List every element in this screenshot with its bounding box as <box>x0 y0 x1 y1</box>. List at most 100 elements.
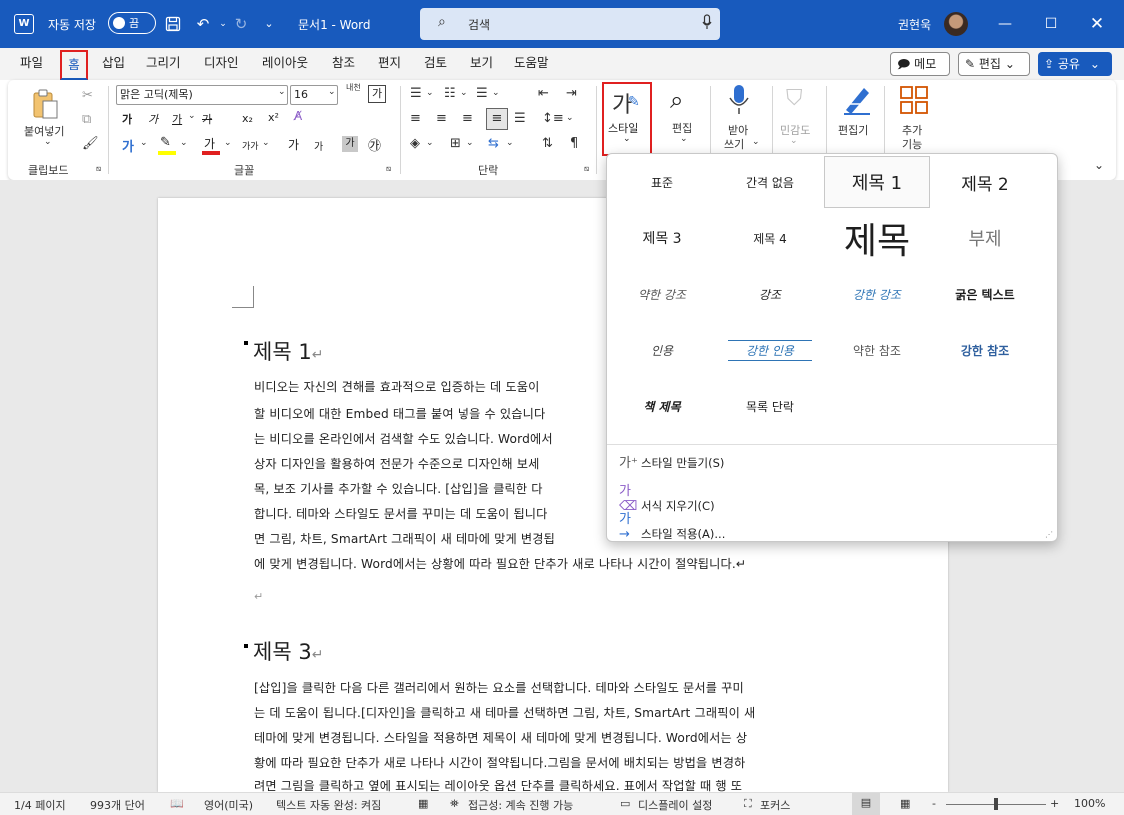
highlight-icon[interactable]: ✎ <box>160 135 171 150</box>
chevron-down-icon[interactable]: ⌄ <box>180 138 188 148</box>
cut-icon[interactable]: ✂ <box>82 88 93 103</box>
body-line[interactable]: 할 비디오에 대한 Embed 태그를 붙여 넣을 수 있습니다 <box>254 404 545 422</box>
font-name-field[interactable]: 맑은 고딕(제목) <box>116 85 288 105</box>
borders-icon[interactable]: ⊞ <box>450 136 461 151</box>
chevron-down-icon[interactable]: ⌄ <box>426 138 434 148</box>
asian-layout-icon[interactable]: ⇆ <box>488 136 499 151</box>
style-quote[interactable]: 인용 <box>609 324 715 376</box>
resize-grip-icon[interactable]: ⋰ <box>1045 530 1053 539</box>
decrease-indent-icon[interactable]: ⇤ <box>538 86 549 101</box>
chevron-down-icon[interactable]: ⌄ <box>140 138 148 148</box>
proofing-icon[interactable]: 📖 <box>170 797 184 810</box>
style-list-paragraph[interactable]: 목록 단락 <box>717 380 823 432</box>
microphone-icon[interactable] <box>702 14 712 34</box>
hanja-icon[interactable]: 내천 <box>346 84 362 92</box>
superscript-icon[interactable]: x² <box>268 111 279 124</box>
chevron-down-icon[interactable]: ⌄ <box>188 111 196 121</box>
clear-formatting-icon[interactable]: A̸ <box>294 109 302 123</box>
language-indicator[interactable]: 영어(미국) <box>204 797 253 813</box>
style-subtle-reference[interactable]: 약한 참조 <box>824 324 930 376</box>
focus-icon[interactable]: ⛶ <box>744 797 752 811</box>
text-effects-icon[interactable]: 가 <box>122 136 134 155</box>
customize-qat-icon[interactable]: ⌄ <box>258 13 280 35</box>
share-button[interactable]: ⇪ 공유 ⌄ <box>1038 52 1112 76</box>
display-settings-icon[interactable]: ▭ <box>620 797 630 810</box>
paste-dropdown-icon[interactable]: ⌄ <box>44 137 52 147</box>
chevron-down-icon[interactable]: ⌄ <box>278 87 286 97</box>
body-line[interactable]: 목, 보조 기사를 추가할 수 있습니다. [삽입]을 클릭한 다 <box>254 479 543 497</box>
style-normal[interactable]: 표준 <box>609 156 715 208</box>
redo-icon[interactable]: ↻ <box>230 13 252 35</box>
paragraph-launcher-icon[interactable]: ⧅ <box>584 164 589 174</box>
text-predictions-status[interactable]: 텍스트 자동 완성: 켜짐 <box>276 797 381 813</box>
bullets-icon[interactable]: ☰ <box>410 86 422 101</box>
style-subtitle[interactable]: 부제 <box>932 212 1038 264</box>
style-emphasis[interactable]: 강조 <box>717 268 823 320</box>
tab-help[interactable]: 도움말 <box>512 54 551 74</box>
tab-insert[interactable]: 삽입 <box>100 54 127 74</box>
tab-design[interactable]: 디자인 <box>202 54 241 74</box>
bold-icon[interactable]: 가 <box>122 111 132 127</box>
macro-icon[interactable]: ▦ <box>418 797 428 810</box>
body-line[interactable]: 는 데 도움이 됩니다.[디자인]을 클릭하고 새 테마를 선택하면 그림, 차… <box>254 703 755 721</box>
copy-icon[interactable]: ⧉ <box>82 112 91 127</box>
tab-mailings[interactable]: 편지 <box>376 54 403 74</box>
underline-icon[interactable]: 가 <box>172 111 182 127</box>
editor-label[interactable]: 편집기 <box>838 122 868 138</box>
font-launcher-icon[interactable]: ⧅ <box>386 164 391 174</box>
close-icon[interactable]: ✕ <box>1082 10 1112 38</box>
autosave-toggle[interactable]: 끔 <box>108 12 156 34</box>
tab-file[interactable]: 파일 <box>18 54 45 74</box>
search-box[interactable]: ⌕ 검색 <box>420 8 720 40</box>
shading-icon[interactable]: ◈ <box>410 136 420 151</box>
align-left-icon[interactable]: ≡ <box>410 111 421 126</box>
body-line[interactable]: 테마에 맞게 변경됩니다. 스타일을 적용하면 제목이 새 테마에 맞게 변경됩… <box>254 728 747 746</box>
character-border-icon[interactable]: 가 <box>368 85 386 103</box>
chevron-down-icon[interactable]: ⌄ <box>680 134 688 144</box>
page-count[interactable]: 1/4 페이지 <box>14 797 66 813</box>
dictate-icon[interactable] <box>728 84 750 119</box>
justify-icon[interactable]: ≡ <box>486 108 508 130</box>
web-layout-icon[interactable]: ▦ <box>900 797 910 810</box>
restore-icon[interactable]: ☐ <box>1036 10 1066 38</box>
addins-icon[interactable] <box>900 86 928 117</box>
edit-mode-button[interactable]: ✎ 편집 ⌄ <box>958 52 1030 76</box>
chevron-down-icon[interactable]: ⌄ <box>224 138 232 148</box>
italic-icon[interactable]: 가 <box>148 111 158 127</box>
undo-icon[interactable]: ↶ <box>192 13 214 35</box>
style-book-title[interactable]: 책 제목 <box>609 380 715 432</box>
body-line[interactable]: 면 그림, 차트, SmartArt 그래픽이 새 테마에 맞게 변경됩 <box>254 529 555 547</box>
change-case-icon[interactable]: 가가 <box>242 139 259 152</box>
apply-styles-button[interactable]: 가→ 스타일 적용(A)... <box>619 508 725 542</box>
paste-icon[interactable] <box>30 88 60 120</box>
chevron-down-icon[interactable]: ⌄ <box>466 138 474 148</box>
style-heading-3[interactable]: 제목 3 <box>609 212 715 264</box>
zoom-level[interactable]: 100% <box>1074 797 1105 810</box>
heading-1[interactable]: 제목 1↵ <box>253 336 323 366</box>
dictate-label-2[interactable]: 쓰기 <box>724 136 744 152</box>
sort-icon[interactable]: ⇅ <box>542 136 553 151</box>
style-intense-quote[interactable]: 강한 인용 <box>717 324 823 376</box>
accessibility-icon[interactable]: ⛯ <box>450 797 459 811</box>
zoom-out-button[interactable]: - <box>932 797 936 810</box>
editor-icon[interactable] <box>842 84 872 119</box>
show-marks-icon[interactable]: ¶ <box>570 136 578 151</box>
align-right-icon[interactable]: ≡ <box>462 111 473 126</box>
chevron-down-icon[interactable]: ⌄ <box>262 138 270 148</box>
heading-3[interactable]: 제목 3↵ <box>253 636 323 666</box>
create-style-button[interactable]: 가⁺ 스타일 만들기(S) <box>619 452 724 471</box>
avatar[interactable] <box>944 12 968 36</box>
style-title[interactable]: 제목 <box>824 212 930 264</box>
chevron-down-icon[interactable]: ⌄ <box>752 137 760 147</box>
display-settings[interactable]: 디스플레이 설정 <box>638 797 712 813</box>
line-spacing-icon[interactable]: ↕≡ <box>542 111 564 126</box>
strikethrough-icon[interactable]: 가 <box>202 111 212 127</box>
minimize-icon[interactable]: — <box>990 10 1020 38</box>
chevron-down-icon[interactable]: ⌄ <box>426 88 434 98</box>
character-shading-icon[interactable]: 가 <box>342 136 358 152</box>
style-intense-emphasis[interactable]: 강한 강조 <box>824 268 930 320</box>
body-line[interactable]: 비디오는 자신의 견해를 효과적으로 입증하는 데 도움이 <box>254 377 539 395</box>
style-no-spacing[interactable]: 간격 없음 <box>717 156 823 208</box>
chevron-down-icon[interactable]: ⌄ <box>566 113 574 123</box>
tab-view[interactable]: 보기 <box>468 54 495 74</box>
